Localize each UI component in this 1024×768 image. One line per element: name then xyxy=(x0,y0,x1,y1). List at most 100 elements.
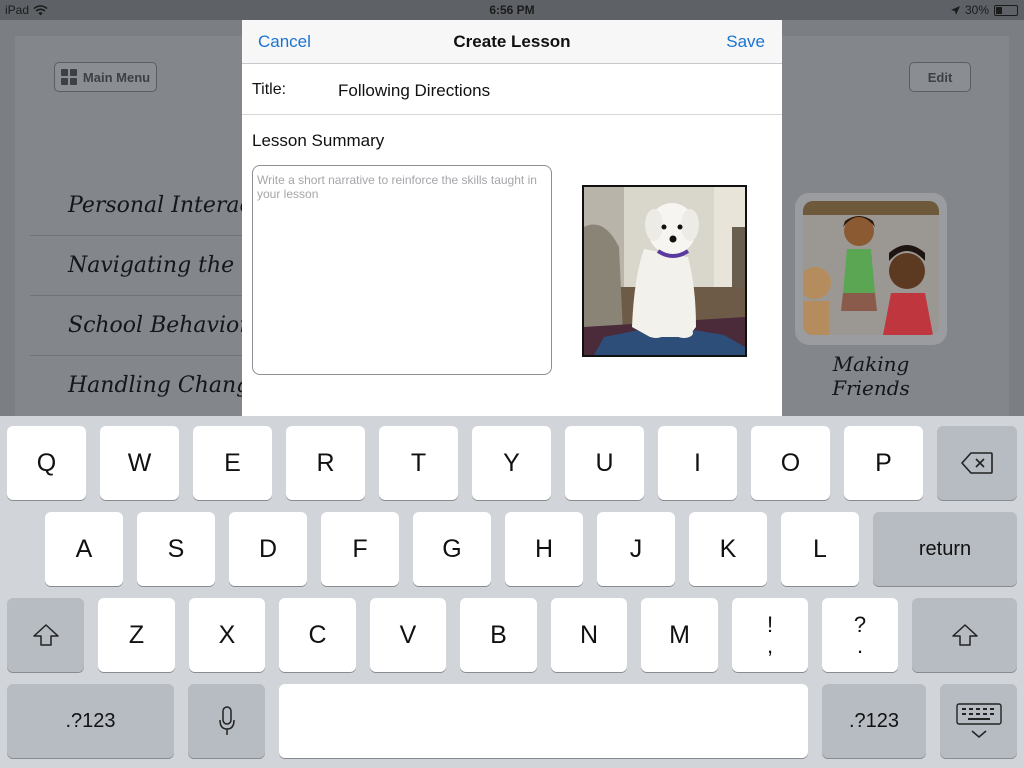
numbers-key-left[interactable]: .?123 xyxy=(7,684,174,758)
key-label: L xyxy=(813,534,827,563)
key-r[interactable]: R xyxy=(286,426,365,500)
onscreen-keyboard: Q W E R T Y U I O P A S D F G H J K L re… xyxy=(0,416,1024,768)
key-v[interactable]: V xyxy=(370,598,446,672)
key-e[interactable]: E xyxy=(193,426,272,500)
key-l[interactable]: L xyxy=(781,512,859,586)
key-label: N xyxy=(579,620,599,649)
key-label: O xyxy=(780,448,801,477)
lesson-card-label: Making Friends xyxy=(832,352,910,400)
key-label: J xyxy=(629,534,643,563)
key-p[interactable]: P xyxy=(844,426,923,500)
delete-key[interactable] xyxy=(937,426,1017,500)
key-c[interactable]: C xyxy=(279,598,356,672)
lesson-photo[interactable] xyxy=(582,185,747,357)
battery-icon xyxy=(994,4,1018,16)
key-n[interactable]: N xyxy=(551,598,627,672)
key-label-bottom: , xyxy=(766,633,774,658)
grid-icon xyxy=(60,69,77,85)
shift-key-left[interactable] xyxy=(7,598,84,672)
lesson-card-illustration xyxy=(803,201,939,335)
key-label-top: ? xyxy=(853,612,867,637)
dictation-key[interactable] xyxy=(188,684,265,758)
lesson-category-item[interactable]: School Behavior xyxy=(30,296,270,356)
lesson-card[interactable] xyxy=(795,193,947,345)
numbers-key-right[interactable]: .?123 xyxy=(822,684,926,758)
key-label: I xyxy=(694,448,701,477)
lesson-summary-label: Lesson Summary xyxy=(252,131,385,150)
key-h[interactable]: H xyxy=(505,512,583,586)
return-key-label: return xyxy=(918,537,972,560)
key-label: E xyxy=(224,448,241,477)
microphone-icon xyxy=(218,706,235,735)
battery-percentage: 30% xyxy=(964,3,989,17)
key-label: A xyxy=(75,534,93,563)
key-w[interactable]: W xyxy=(100,426,179,500)
title-label: Title: xyxy=(252,81,287,98)
key-label: K xyxy=(719,534,737,563)
keyboard-dismiss-icon xyxy=(955,703,1002,738)
location-arrow-icon xyxy=(950,5,960,15)
key-u[interactable]: U xyxy=(565,426,644,500)
title-input[interactable] xyxy=(338,78,758,104)
shift-key-right[interactable] xyxy=(912,598,1017,672)
key-x[interactable]: X xyxy=(189,598,265,672)
key-label: P xyxy=(875,448,892,477)
key-b[interactable]: B xyxy=(460,598,537,672)
key-label: B xyxy=(490,620,507,649)
key-label: T xyxy=(410,448,427,477)
space-bar[interactable] xyxy=(279,684,808,758)
status-right: 30% xyxy=(950,3,1018,17)
key-label: S xyxy=(167,534,185,563)
lesson-category-list: Personal Interactions Navigating the Com… xyxy=(30,176,270,416)
key-s[interactable]: S xyxy=(137,512,215,586)
shift-icon xyxy=(32,624,59,646)
key-label: U xyxy=(595,448,614,477)
lesson-summary-input[interactable] xyxy=(252,165,552,375)
key-m[interactable]: M xyxy=(641,598,718,672)
lesson-category-item[interactable]: Handling Change xyxy=(30,356,270,416)
key-question-period[interactable]: ? . xyxy=(822,598,898,672)
key-label: D xyxy=(258,534,278,563)
key-k[interactable]: K xyxy=(689,512,767,586)
key-f[interactable]: F xyxy=(321,512,399,586)
key-label: Z xyxy=(128,620,145,649)
key-i[interactable]: I xyxy=(658,426,737,500)
numbers-key-label: .?123 xyxy=(848,709,900,732)
hide-keyboard-key[interactable] xyxy=(940,684,1017,758)
dialog-title: Create Lesson xyxy=(453,32,571,51)
key-d[interactable]: D xyxy=(229,512,307,586)
key-a[interactable]: A xyxy=(45,512,123,586)
key-label-top: ! xyxy=(766,612,774,637)
key-z[interactable]: Z xyxy=(98,598,175,672)
key-q[interactable]: Q xyxy=(7,426,86,500)
key-label: W xyxy=(127,448,152,477)
lesson-category-item[interactable]: Personal Interactions xyxy=(30,176,270,236)
save-button[interactable]: Save xyxy=(726,32,765,52)
return-key[interactable]: return xyxy=(873,512,1017,586)
status-time: 6:56 PM xyxy=(489,3,535,17)
key-label: M xyxy=(669,620,690,649)
create-lesson-dialog: Cancel Create Lesson Save Title: Lesson … xyxy=(242,20,782,416)
key-label: R xyxy=(316,448,335,477)
key-exclamation-comma[interactable]: ! , xyxy=(732,598,808,672)
key-g[interactable]: G xyxy=(413,512,491,586)
lesson-category-item[interactable]: Navigating the Community xyxy=(30,236,270,296)
title-row: Title: xyxy=(242,64,782,115)
key-label: F xyxy=(352,534,368,563)
key-label: C xyxy=(308,620,327,649)
key-j[interactable]: J xyxy=(597,512,675,586)
key-label: G xyxy=(442,534,462,563)
status-bar: iPad 6:56 PM 30% xyxy=(0,0,1024,20)
battery-fill xyxy=(996,6,1002,14)
key-y[interactable]: Y xyxy=(472,426,551,500)
shift-icon xyxy=(951,624,978,646)
key-o[interactable]: O xyxy=(751,426,830,500)
dialog-navigation-bar: Cancel Create Lesson Save xyxy=(242,20,782,64)
key-label: H xyxy=(534,534,554,563)
main-menu-button[interactable]: Main Menu xyxy=(54,62,157,92)
key-label: Q xyxy=(36,448,57,477)
main-menu-label: Main Menu xyxy=(82,69,151,85)
key-label-bottom: . xyxy=(856,633,864,658)
edit-button[interactable]: Edit xyxy=(909,62,971,92)
key-t[interactable]: T xyxy=(379,426,458,500)
